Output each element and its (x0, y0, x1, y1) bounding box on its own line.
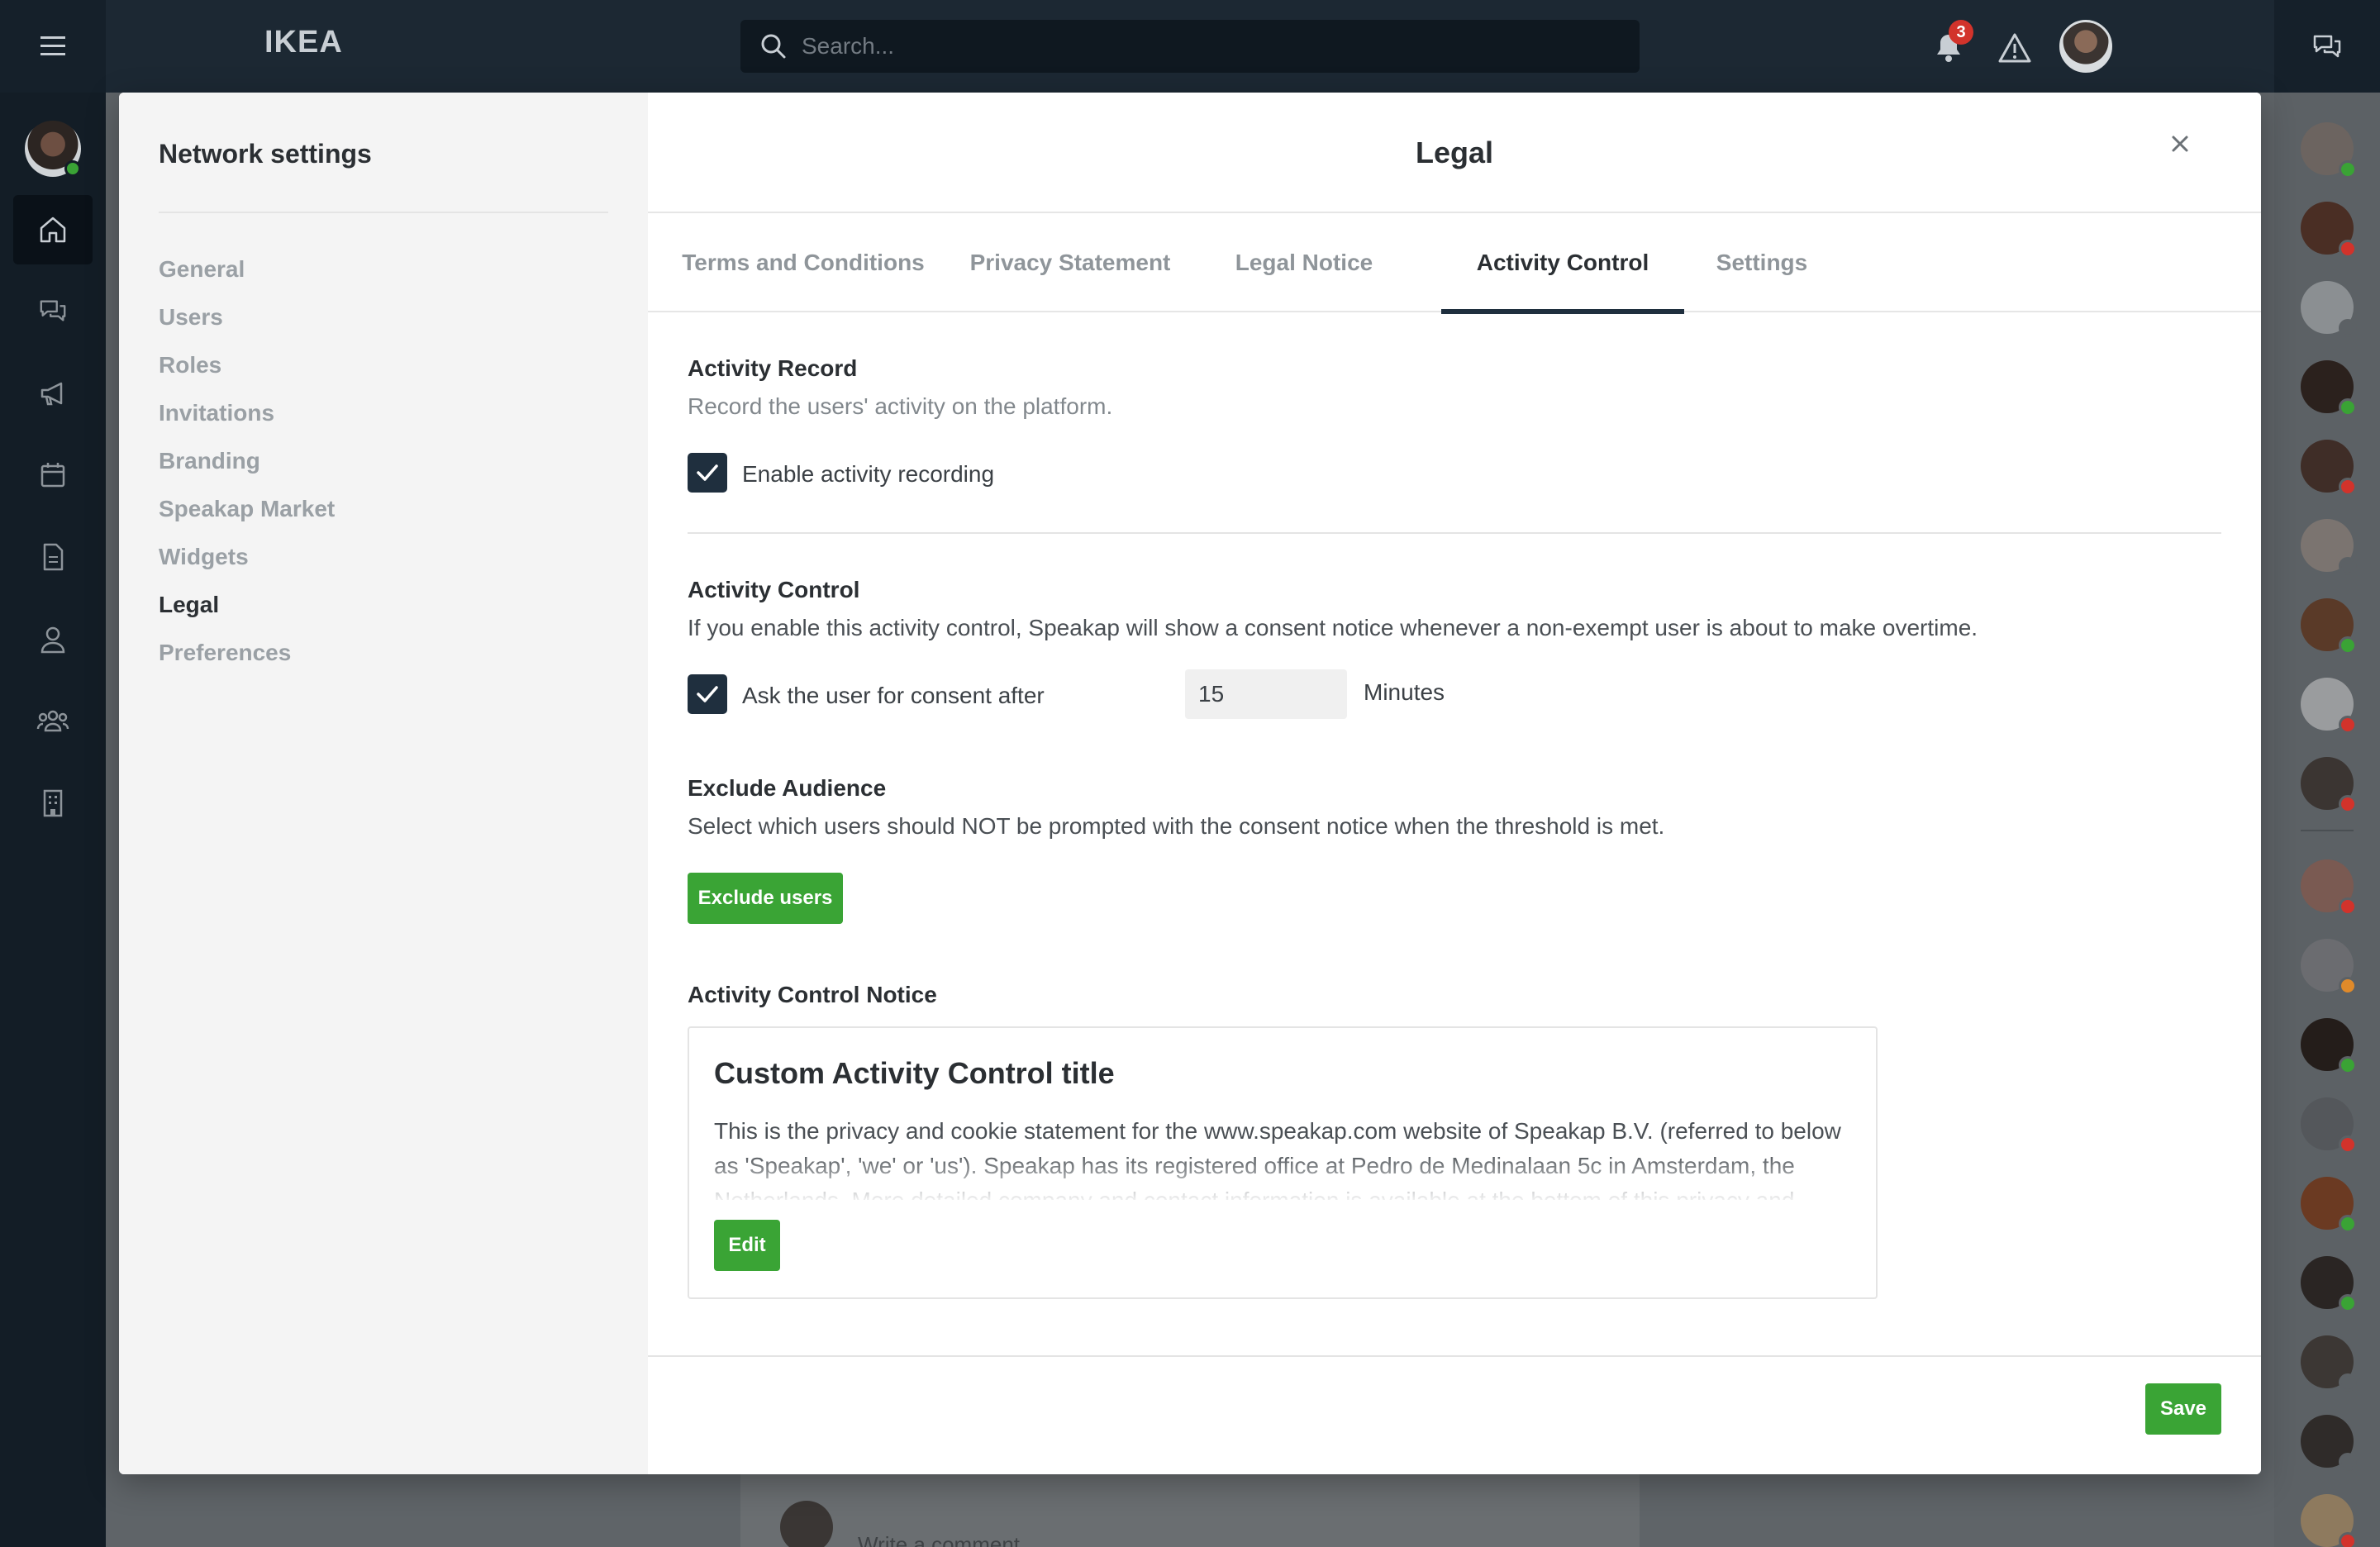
megaphone-icon (40, 382, 63, 406)
activity-control-description: If you enable this activity control, Spe… (688, 615, 1978, 640)
document-icon (43, 543, 64, 571)
warning-icon[interactable] (1997, 30, 2033, 66)
exclude-users-button[interactable]: Exclude users (688, 873, 843, 924)
legal-panel: Legal Terms and Conditions Privacy State… (648, 93, 2261, 1474)
contact-avatar[interactable] (2301, 1415, 2357, 1471)
top-bar: IKEA Search... 3 (0, 0, 2380, 93)
sidebar-item-roles[interactable]: Roles (159, 352, 221, 378)
nav-announcements[interactable] (13, 359, 93, 428)
sidebar-item-legal[interactable]: Legal (159, 592, 219, 618)
footer-divider (648, 1355, 2261, 1357)
group-icon (36, 710, 69, 732)
tab-activity-control[interactable]: Activity Control (1441, 213, 1684, 314)
nav-profile[interactable] (13, 605, 93, 674)
tab-terms-and-conditions[interactable]: Terms and Conditions (671, 213, 935, 312)
search-placeholder: Search... (802, 33, 895, 59)
contact-avatar[interactable] (2301, 1256, 2357, 1312)
contact-avatar[interactable] (2301, 1177, 2357, 1233)
contact-avatar[interactable] (2301, 519, 2357, 575)
nav-messages[interactable] (13, 276, 93, 345)
notification-badge: 3 (1949, 20, 1973, 45)
sidebar-item-preferences[interactable]: Preferences (159, 640, 291, 666)
sidebar-item-users[interactable]: Users (159, 304, 223, 331)
sidebar-item-widgets[interactable]: Widgets (159, 544, 249, 570)
contacts-rail (2274, 93, 2380, 1547)
enable-activity-recording-label[interactable]: Enable activity recording (742, 461, 994, 488)
online-status-dot (64, 160, 81, 177)
notice-card-title: Custom Activity Control title (714, 1056, 1115, 1090)
checkmark-icon (697, 686, 718, 702)
nav-home[interactable] (13, 195, 93, 264)
contact-avatar[interactable] (2301, 859, 2357, 916)
search-icon (761, 34, 786, 59)
network-settings-modal: Network settings General Users Roles Inv… (119, 93, 2261, 1474)
left-navigation (0, 93, 106, 1547)
comment-avatar (780, 1501, 833, 1547)
contact-avatar[interactable] (2301, 1018, 2357, 1074)
exclude-audience-title: Exclude Audience (688, 775, 887, 801)
contact-avatar[interactable] (2301, 202, 2357, 258)
contact-avatar[interactable] (2301, 598, 2357, 654)
activity-control-title: Activity Control (688, 577, 860, 602)
section-divider (688, 532, 2221, 534)
sidebar-title: Network settings (159, 139, 372, 169)
home-icon (40, 217, 66, 243)
notice-fade-overlay (689, 1152, 1876, 1202)
user-avatar[interactable] (2059, 20, 2112, 73)
nav-documents[interactable] (13, 522, 93, 592)
contact-avatar[interactable] (2301, 757, 2357, 813)
activity-record-description: Record the users' activity on the platfo… (688, 393, 1113, 419)
brand-logo[interactable]: IKEA (264, 25, 343, 60)
chat-toggle[interactable] (2274, 0, 2380, 93)
checkmark-icon (697, 464, 718, 481)
building-icon (43, 789, 63, 817)
contact-avatar[interactable] (2301, 122, 2357, 178)
chat-icon (40, 300, 66, 321)
menu-button[interactable] (0, 0, 106, 93)
sidebar-item-invitations[interactable]: Invitations (159, 400, 274, 426)
legal-tabs: Terms and Conditions Privacy Statement L… (648, 213, 2261, 314)
contact-avatar[interactable] (2301, 360, 2357, 416)
enable-activity-recording-checkbox[interactable] (688, 453, 727, 493)
nav-groups[interactable] (13, 686, 93, 755)
contact-avatar[interactable] (2301, 281, 2357, 337)
calendar-icon (40, 463, 65, 488)
sidebar-item-branding[interactable]: Branding (159, 448, 260, 474)
activity-record-title: Activity Record (688, 355, 858, 381)
contact-avatar[interactable] (2301, 678, 2357, 734)
user-icon (40, 626, 65, 654)
tab-settings[interactable]: Settings (1696, 213, 1828, 312)
edit-notice-button[interactable]: Edit (714, 1220, 780, 1271)
nav-events[interactable] (13, 440, 93, 509)
tab-privacy-statement[interactable]: Privacy Statement (947, 213, 1193, 312)
contact-avatar[interactable] (2301, 1097, 2357, 1154)
comment-input[interactable]: Write a comment... (858, 1532, 1038, 1547)
save-button[interactable]: Save (2145, 1383, 2221, 1435)
contact-avatar[interactable] (2301, 440, 2357, 496)
consent-minutes-input[interactable] (1185, 669, 1347, 719)
close-button[interactable] (2162, 126, 2198, 162)
chat-icon (2313, 35, 2341, 58)
tab-legal-notice[interactable]: Legal Notice (1205, 213, 1403, 312)
contact-avatar[interactable] (2301, 1335, 2357, 1392)
minutes-unit-label: Minutes (1364, 679, 1445, 705)
contacts-divider (2301, 830, 2354, 831)
activity-control-notice-title: Activity Control Notice (688, 982, 937, 1007)
contact-avatar[interactable] (2301, 1494, 2357, 1547)
consent-label[interactable]: Ask the user for consent after (742, 683, 1045, 709)
contact-avatar[interactable] (2301, 939, 2357, 995)
nav-organization[interactable] (13, 769, 93, 838)
sidebar-divider (159, 212, 608, 213)
sidebar-item-general[interactable]: General (159, 256, 245, 283)
notice-preview-card: Custom Activity Control title This is th… (688, 1026, 1878, 1299)
settings-sidebar: Network settings General Users Roles Inv… (119, 93, 648, 1474)
close-icon (2172, 136, 2188, 152)
consent-checkbox[interactable] (688, 674, 727, 714)
hamburger-icon (40, 36, 65, 55)
search-bar[interactable]: Search... (740, 20, 1640, 73)
sidebar-item-speakap-market[interactable]: Speakap Market (159, 496, 335, 522)
exclude-audience-description: Select which users should NOT be prompte… (688, 813, 1665, 839)
page-title: Legal (1415, 136, 1494, 169)
